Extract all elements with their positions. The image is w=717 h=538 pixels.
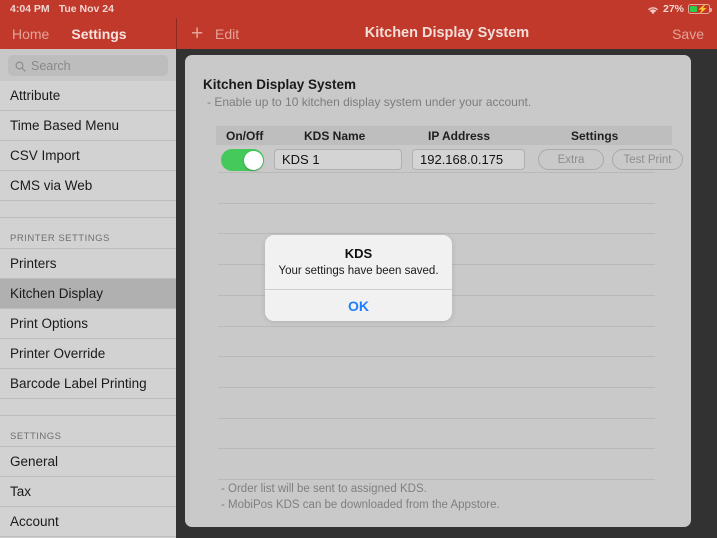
save-button[interactable]: Save bbox=[672, 26, 704, 42]
sidebar-group-header: SETTINGS bbox=[0, 416, 176, 447]
alert-dialog: KDS Your settings have been saved. OK bbox=[265, 235, 452, 321]
battery-charging-icon: ⚡ bbox=[688, 4, 712, 14]
ipad-screen: 4:04 PM Tue Nov 24 27% ⚡ Home Settings + bbox=[0, 0, 717, 538]
kds-name-value: KDS 1 bbox=[282, 152, 320, 167]
panel-footer: - Order list will be sent to assigned KD… bbox=[221, 481, 500, 513]
row-separator bbox=[218, 202, 655, 204]
column-header-onoff: On/Off bbox=[226, 128, 264, 143]
table-row: KDS 1 192.168.0.175 Extra Test Print bbox=[216, 146, 683, 173]
row-separator bbox=[218, 172, 655, 173]
alert-body: KDS Your settings have been saved. bbox=[265, 235, 452, 289]
extra-button[interactable]: Extra bbox=[538, 149, 604, 170]
search-input[interactable]: Search bbox=[8, 55, 168, 76]
row-separator bbox=[218, 325, 655, 327]
sidebar-item-attribute[interactable]: Attribute bbox=[0, 81, 176, 111]
row-separator bbox=[218, 479, 655, 480]
column-header-name: KDS Name bbox=[304, 128, 366, 143]
sidebar-item-tax[interactable]: Tax bbox=[0, 477, 176, 507]
search-icon bbox=[15, 61, 26, 72]
sidebar-gap bbox=[0, 201, 176, 218]
status-bar-left: 4:04 PM Tue Nov 24 bbox=[10, 3, 114, 15]
page-title: Kitchen Display System bbox=[364, 25, 530, 41]
status-bar: 4:04 PM Tue Nov 24 27% ⚡ bbox=[0, 0, 717, 18]
battery-percent: 27% bbox=[662, 3, 684, 15]
sidebar-item-print-options[interactable]: Print Options bbox=[0, 309, 176, 339]
sidebar-navbar: Home Settings bbox=[0, 18, 176, 49]
sidebar-item-general[interactable]: General bbox=[0, 447, 176, 477]
row-separator bbox=[218, 386, 655, 388]
status-date: Tue Nov 24 bbox=[58, 3, 114, 15]
sidebar-item-printers[interactable]: Printers bbox=[0, 249, 176, 279]
settings-title: Settings bbox=[71, 25, 127, 42]
sidebar-item-kitchen-display[interactable]: Kitchen Display bbox=[0, 279, 176, 309]
row-separator bbox=[218, 356, 655, 358]
alert-message: Your settings have been saved. bbox=[278, 265, 439, 277]
search-placeholder: Search bbox=[31, 58, 71, 73]
status-time: 4:04 PM bbox=[10, 3, 50, 15]
sidebar-item-time-based-menu[interactable]: Time Based Menu bbox=[0, 111, 176, 141]
sidebar-item-barcode-label-printing[interactable]: Barcode Label Printing bbox=[0, 369, 176, 399]
panel-subtitle: - Enable up to 10 kitchen display system… bbox=[207, 95, 532, 109]
sidebar-item-csv-import[interactable]: CSV Import bbox=[0, 141, 176, 171]
column-header-ip: IP Address bbox=[428, 128, 491, 143]
kds-table-header: On/Off KDS Name IP Address Settings bbox=[216, 126, 672, 145]
sidebar-gap bbox=[0, 399, 176, 416]
footer-line-1: - Order list will be sent to assigned KD… bbox=[221, 483, 427, 495]
kds-enable-toggle[interactable] bbox=[221, 149, 264, 171]
row-separator bbox=[218, 448, 655, 450]
settings-sidebar[interactable]: Search Attribute Time Based Menu CSV Impor… bbox=[0, 49, 176, 538]
kds-ip-input[interactable]: 192.168.0.175 bbox=[412, 149, 525, 170]
navbar-divider bbox=[176, 18, 177, 49]
kds-name-input[interactable]: KDS 1 bbox=[274, 149, 402, 170]
alert-ok-button[interactable]: OK bbox=[265, 290, 452, 321]
column-header-settings: Settings bbox=[571, 128, 619, 143]
main-navbar: + Edit Kitchen Display System Save bbox=[177, 18, 717, 49]
sidebar-list[interactable]: Attribute Time Based Menu CSV Import CMS vi… bbox=[0, 81, 176, 537]
test-print-button[interactable]: Test Print bbox=[612, 149, 683, 170]
sidebar-item-printer-override[interactable]: Printer Override bbox=[0, 339, 176, 369]
home-button[interactable]: Home bbox=[12, 26, 49, 42]
wifi-icon bbox=[647, 5, 659, 15]
sidebar-group-header: PRINTER SETTINGS bbox=[0, 218, 176, 249]
sidebar-item-account[interactable]: Account bbox=[0, 507, 176, 537]
panel-title: Kitchen Display System bbox=[203, 77, 357, 92]
search-container: Search bbox=[0, 49, 176, 81]
sidebar-item-cms-via-web[interactable]: CMS via Web bbox=[0, 171, 176, 201]
row-separator bbox=[218, 417, 655, 419]
alert-title: KDS bbox=[344, 246, 373, 261]
status-bar-right: 27% ⚡ bbox=[647, 3, 712, 15]
footer-line-2: - MobiPos KDS can be downloaded from the… bbox=[221, 499, 500, 511]
toggle-knob bbox=[243, 150, 263, 170]
kds-ip-value: 192.168.0.175 bbox=[420, 152, 504, 167]
